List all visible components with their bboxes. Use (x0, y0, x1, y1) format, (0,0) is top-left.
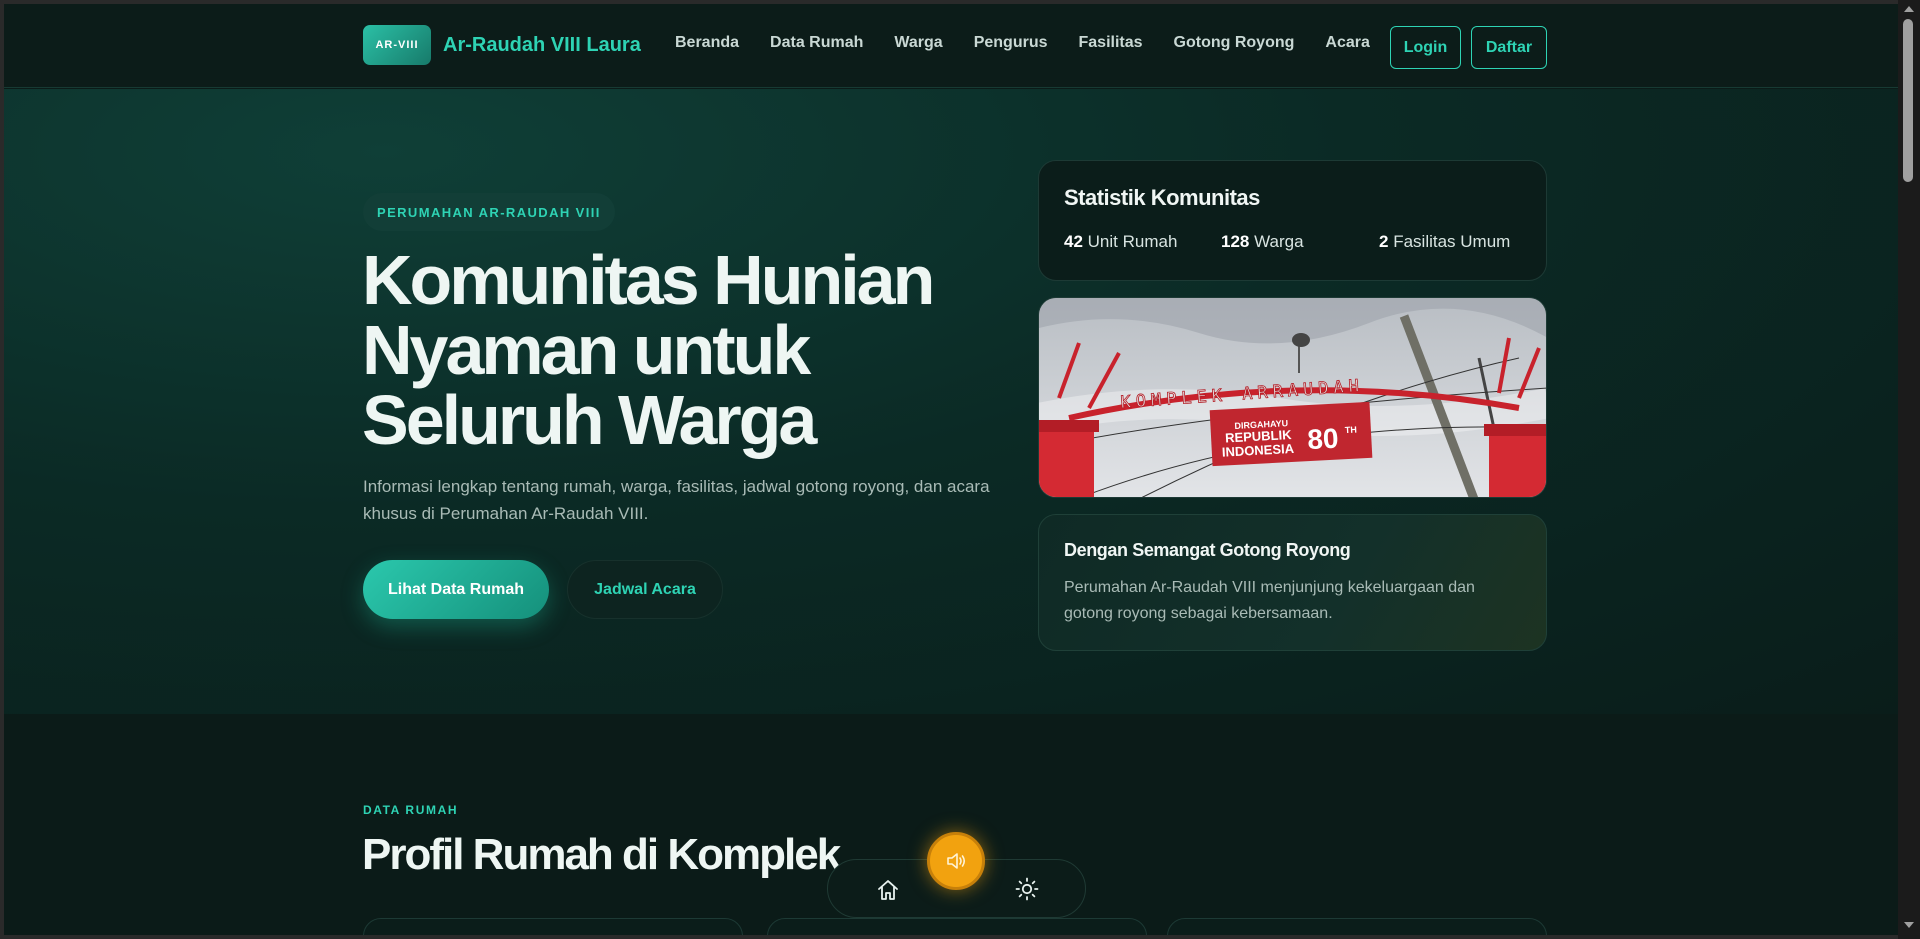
scrollbar-thumb[interactable] (1903, 19, 1913, 182)
hero-description: Informasi lengkap tentang rumah, warga, … (363, 477, 990, 523)
event-schedule-button[interactable]: Jadwal Acara (567, 560, 723, 619)
banner-suffix: TH (1345, 425, 1358, 436)
stat-residents-label: Warga (1254, 232, 1304, 251)
house-card[interactable] (363, 918, 743, 935)
nav-warga[interactable]: Warga (894, 34, 942, 52)
logo-badge: AR-VIII (363, 25, 431, 65)
browser-viewport: AR-VIII Ar-Raudah VIII Laura Beranda Dat… (0, 0, 1920, 939)
nav-acara[interactable]: Acara (1325, 34, 1369, 52)
nav-data-rumah[interactable]: Data Rumah (770, 34, 863, 52)
speaker-icon (947, 853, 966, 869)
main-nav: Beranda Data Rumah Warga Pengurus Fasili… (675, 34, 1401, 52)
stats-row: 42 Unit Rumah 128 Warga 2 Fasilitas Umum (1064, 232, 1534, 252)
nav-beranda[interactable]: Beranda (675, 34, 739, 52)
page-scrollbar[interactable] (1898, 0, 1920, 939)
nav-gotong-royong[interactable]: Gotong Royong (1174, 34, 1295, 52)
scroll-up-icon[interactable] (1904, 6, 1914, 12)
hero-title: Komunitas Hunian Nyaman untuk Seluruh Wa… (362, 241, 935, 459)
brand[interactable]: AR-VIII Ar-Raudah VIII Laura (363, 25, 641, 65)
banner-number: 80 (1307, 423, 1340, 456)
stat-facilities-value: 2 (1379, 232, 1389, 251)
brand-name: Ar-Raudah VIII Laura (443, 33, 641, 56)
stat-facilities-label: Fasilitas Umum (1393, 232, 1511, 251)
home-icon[interactable] (876, 878, 900, 902)
info-card-title: Dengan Semangat Gotong Royong (1064, 540, 1351, 560)
stat-residents: 128 Warga (1221, 232, 1379, 252)
stats-card: Statistik Komunitas 42 Unit Rumah 128 Wa… (1038, 160, 1547, 281)
view-houses-button[interactable]: Lihat Data Rumah (363, 560, 549, 619)
section-label: DATA RUMAH (363, 803, 459, 817)
hero-section: PERUMAHAN AR-RAUDAH VIII Komunitas Hunia… (4, 89, 1902, 714)
house-card[interactable] (767, 918, 1147, 935)
section-title: Profil Rumah di Komplek (362, 830, 841, 879)
stat-houses-label: Unit Rumah (1087, 232, 1178, 251)
house-card[interactable] (1167, 918, 1547, 935)
audio-fab-button[interactable] (927, 832, 985, 890)
stat-facilities: 2 Fasilitas Umum (1379, 232, 1510, 252)
stat-houses-value: 42 (1064, 232, 1083, 251)
stat-houses: 42 Unit Rumah (1064, 232, 1221, 252)
stat-residents-value: 128 (1221, 232, 1250, 251)
login-button[interactable]: Login (1390, 26, 1461, 69)
hero-pill: PERUMAHAN AR-RAUDAH VIII (363, 193, 615, 231)
scroll-down-icon[interactable] (1904, 922, 1914, 928)
sun-icon[interactable] (1015, 877, 1039, 901)
register-button[interactable]: Daftar (1471, 26, 1547, 69)
gotong-royong-card: Dengan Semangat Gotong Royong Perumahan … (1038, 514, 1547, 651)
gate-photo-illustration: KOMPLEK ARRAUDAH DIRGAHAYU REPUBLIK INDO… (1039, 298, 1546, 497)
gate-photo: KOMPLEK ARRAUDAH DIRGAHAYU REPUBLIK INDO… (1038, 297, 1547, 498)
info-card-description: Perumahan Ar-Raudah VIII menjunjung keke… (1064, 579, 1475, 622)
nav-pengurus[interactable]: Pengurus (974, 34, 1048, 52)
site-header: AR-VIII Ar-Raudah VIII Laura Beranda Dat… (4, 4, 1902, 88)
nav-fasilitas[interactable]: Fasilitas (1079, 34, 1143, 52)
stats-title: Statistik Komunitas (1064, 185, 1260, 210)
